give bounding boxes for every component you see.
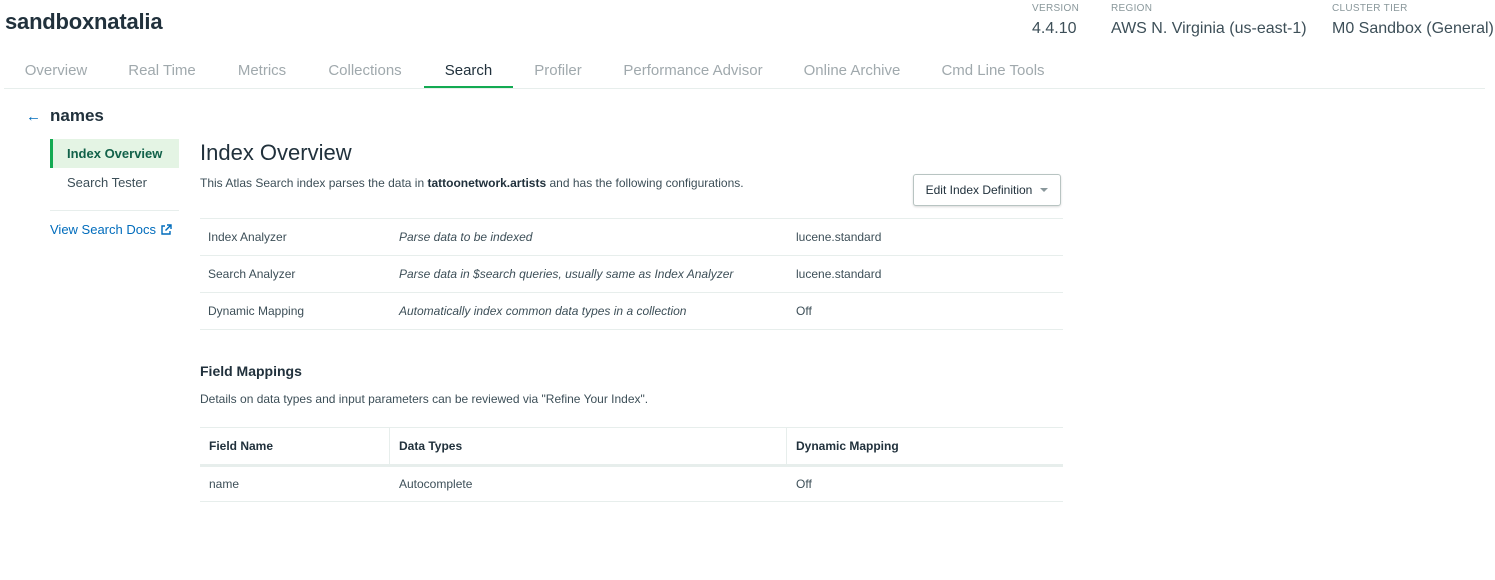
index-name: names	[50, 106, 104, 125]
cell-data-types: Autocomplete	[399, 477, 473, 491]
table-row: name Autocomplete Off	[200, 467, 1063, 502]
external-link-icon	[161, 223, 172, 235]
cluster-name: sandboxnatalia	[5, 9, 163, 34]
view-search-docs-link[interactable]: View Search Docs	[50, 222, 172, 237]
config-description: Automatically index common data types in…	[399, 304, 687, 318]
config-value: lucene.standard	[796, 230, 882, 244]
config-row: Index Analyzer Parse data to be indexed …	[200, 218, 1063, 255]
tier-meta: CLUSTER TIER M0 Sandbox (General)	[1332, 3, 1494, 38]
column-header-dynamic-mapping: Dynamic Mapping	[786, 428, 1063, 464]
tab-real-time[interactable]: Real Time	[114, 60, 210, 87]
docs-link-label: View Search Docs	[50, 222, 156, 237]
region-label: REGION	[1111, 3, 1153, 14]
config-name: Index Analyzer	[208, 230, 287, 244]
config-value: lucene.standard	[796, 267, 882, 281]
desc-suffix: and has the following configurations.	[546, 176, 744, 190]
config-value: Off	[796, 304, 812, 318]
region-value: AWS N. Virginia (us-east-1)	[1111, 20, 1307, 37]
config-row: Dynamic Mapping Automatically index comm…	[200, 292, 1063, 330]
edit-button-label: Edit Index Definition	[925, 183, 1033, 197]
tab-collections[interactable]: Collections	[315, 60, 415, 87]
column-header-field-name: Field Name	[209, 439, 274, 453]
field-mappings-description: Details on data types and input paramete…	[200, 392, 649, 406]
config-row: Search Analyzer Parse data in $search qu…	[200, 255, 1063, 292]
desc-namespace: tattoonetwork.artists	[427, 176, 547, 190]
desc-prefix: This Atlas Search index parses the data …	[200, 176, 428, 190]
cluster-tabs: Overview Real Time Metrics Collections S…	[4, 60, 1485, 89]
tab-performance-advisor[interactable]: Performance Advisor	[614, 60, 772, 87]
caret-down-icon	[1040, 188, 1049, 192]
arrow-left-icon[interactable]: ←	[26, 108, 46, 125]
cell-dynamic-mapping: Off	[796, 477, 812, 491]
sidebar-divider	[50, 210, 179, 211]
index-description: This Atlas Search index parses the data …	[200, 176, 744, 190]
cell-field-name: name	[209, 477, 240, 491]
edit-index-definition-button[interactable]: Edit Index Definition	[913, 174, 1061, 206]
column-header-data-types: Data Types	[389, 428, 786, 464]
tab-profiler[interactable]: Profiler	[521, 60, 595, 87]
table-header: Field Name Data Types Dynamic Mapping	[200, 427, 1063, 467]
config-table: Index Analyzer Parse data to be indexed …	[200, 218, 1063, 330]
config-description: Parse data to be indexed	[399, 230, 533, 244]
field-mappings-title: Field Mappings	[200, 363, 302, 379]
tab-online-archive[interactable]: Online Archive	[794, 60, 910, 87]
page-title: Index Overview	[200, 140, 352, 165]
field-mappings-table: Field Name Data Types Dynamic Mapping na…	[200, 427, 1063, 502]
tab-cmd-line-tools[interactable]: Cmd Line Tools	[932, 60, 1054, 87]
version-meta: VERSION 4.4.10	[1032, 3, 1079, 38]
version-value: 4.4.10	[1032, 20, 1077, 37]
config-name: Dynamic Mapping	[208, 304, 305, 318]
config-description: Parse data in $search queries, usually s…	[399, 267, 734, 281]
tier-label: CLUSTER TIER	[1332, 3, 1408, 14]
sidebar-item-index-overview[interactable]: Index Overview	[50, 139, 179, 168]
tab-overview[interactable]: Overview	[4, 60, 108, 87]
sidebar-item-search-tester[interactable]: Search Tester	[50, 168, 179, 197]
index-sidebar: Index Overview Search Tester	[50, 139, 179, 197]
tab-metrics[interactable]: Metrics	[223, 60, 301, 87]
region-meta: REGION AWS N. Virginia (us-east-1)	[1111, 3, 1307, 38]
version-label: VERSION	[1032, 3, 1080, 14]
tier-value: M0 Sandbox (General)	[1332, 20, 1494, 37]
index-header: ← names	[26, 106, 104, 126]
config-name: Search Analyzer	[208, 267, 296, 281]
tab-search[interactable]: Search	[424, 60, 513, 88]
